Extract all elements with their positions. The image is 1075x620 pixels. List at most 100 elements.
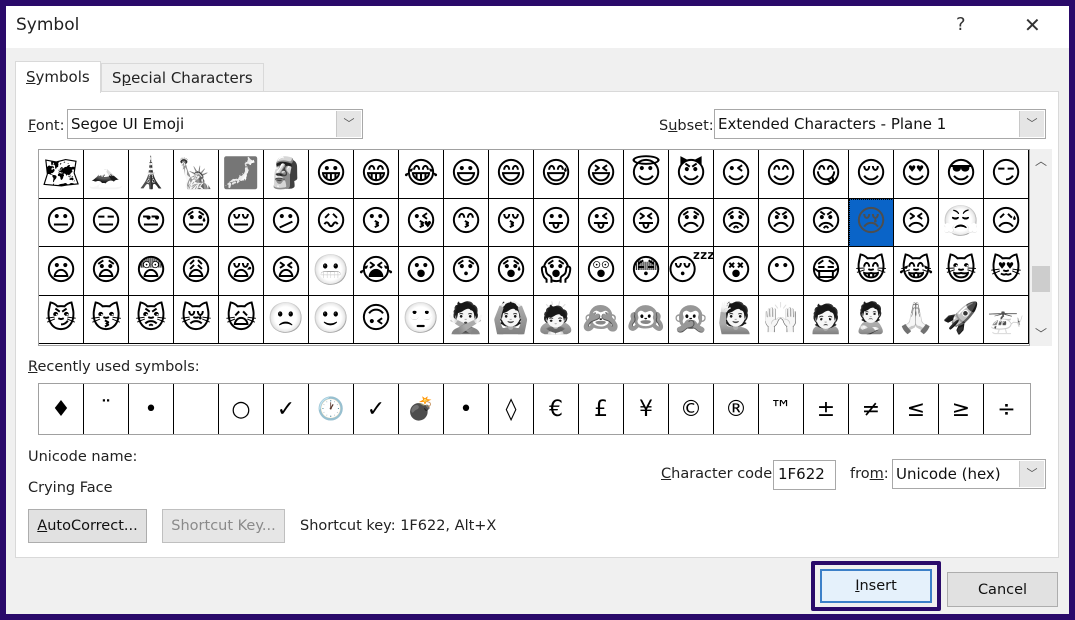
symbol-cell[interactable]: 😇 xyxy=(624,150,669,199)
symbol-cell[interactable]: 😭 xyxy=(354,247,399,296)
chevron-down-icon[interactable]: ﹀ xyxy=(336,111,361,137)
symbol-grid[interactable]: 🗺 🗻 🗼 🗽 🗾 🗿 😀 😁 😂 😃 😄 😅 😆 😇 😈 😉 😊 😋 😌 😍 😎 😏 😐 😑 😒 😓 😔 😕 😖 😗 😘 😙 😚 😛 😜 😝 😞 😟 😠 😡… xyxy=(38,149,1030,346)
symbol-cell[interactable]: 🙃 xyxy=(354,295,399,344)
recent-symbol-cell[interactable]: ¨ xyxy=(84,384,129,434)
symbol-cell[interactable]: 🙅 xyxy=(444,295,489,344)
symbol-cell[interactable]: 😺 xyxy=(939,247,984,296)
recent-symbol-cell[interactable]: 💣 xyxy=(399,384,444,434)
subset-select[interactable]: Extended Characters - Plane 1 ﹀ xyxy=(714,109,1046,139)
symbol-cell[interactable]: 😱 xyxy=(534,247,579,296)
symbol-cell[interactable]: 😃 xyxy=(444,150,489,199)
symbol-cell[interactable]: 😹 xyxy=(894,247,939,296)
symbol-cell[interactable]: 😑 xyxy=(84,198,129,247)
chevron-up-icon[interactable]: ︿ xyxy=(1030,151,1052,171)
symbol-cell[interactable]: 😉 xyxy=(714,150,759,199)
insert-button[interactable]: Insert xyxy=(820,569,932,603)
symbol-cell[interactable]: 😮 xyxy=(399,247,444,296)
symbol-cell[interactable]: 🙆 xyxy=(489,295,534,344)
symbol-cell[interactable]: 😨 xyxy=(129,247,174,296)
chevron-down-icon[interactable]: ﹀ xyxy=(1019,461,1044,487)
symbol-cell-selected[interactable]: 😢 xyxy=(849,198,894,247)
symbol-cell[interactable]: 😟 xyxy=(714,198,759,247)
chevron-down-icon[interactable]: ﹀ xyxy=(1030,324,1052,344)
recent-symbol-cell[interactable]: ○ xyxy=(219,384,264,434)
symbol-cell[interactable]: 🙋 xyxy=(714,295,759,344)
symbol-cell[interactable]: 🙊 xyxy=(669,295,714,344)
recent-symbol-cell[interactable]: ™ xyxy=(759,384,804,434)
symbol-cell[interactable]: 😶 xyxy=(759,247,804,296)
symbol-cell[interactable]: 😚 xyxy=(489,198,534,247)
symbol-cell[interactable]: 🗽 xyxy=(174,150,219,199)
symbol-cell[interactable]: 😾 xyxy=(129,295,174,344)
recent-symbol-cell[interactable]: ≤ xyxy=(894,384,939,434)
symbol-cell[interactable]: 😗 xyxy=(354,198,399,247)
symbol-cell[interactable]: 😬 xyxy=(309,247,354,296)
symbol-cell[interactable]: 😅 xyxy=(534,150,579,199)
symbol-cell[interactable]: 🗻 xyxy=(84,150,129,199)
symbol-cell[interactable]: 😧 xyxy=(84,247,129,296)
symbol-cell[interactable]: 🙁 xyxy=(264,295,309,344)
symbol-cell[interactable]: 🙈 xyxy=(579,295,624,344)
symbol-cell[interactable]: 😆 xyxy=(579,150,624,199)
symbol-cell[interactable]: 😁 xyxy=(354,150,399,199)
symbol-cell[interactable]: 😛 xyxy=(534,198,579,247)
symbol-cell[interactable]: 🙀 xyxy=(219,295,264,344)
autocorrect-button[interactable]: AutoCorrect... xyxy=(28,509,147,543)
symbol-cell[interactable]: 😪 xyxy=(219,247,264,296)
symbol-cell[interactable]: 🙏 xyxy=(894,295,939,344)
symbol-cell[interactable]: 😩 xyxy=(174,247,219,296)
symbol-cell[interactable]: 🗼 xyxy=(129,150,174,199)
symbol-cell[interactable]: 😄 xyxy=(489,150,534,199)
symbol-cell[interactable]: 😊 xyxy=(759,150,804,199)
tab-symbols[interactable]: Symbols xyxy=(15,61,101,93)
symbol-cell[interactable]: 😵 xyxy=(714,247,759,296)
symbol-cell[interactable]: 😈 xyxy=(669,150,714,199)
symbol-cell[interactable]: 😘 xyxy=(399,198,444,247)
symbol-cell[interactable]: 🗺 xyxy=(39,150,84,199)
shortcut-key-button[interactable]: Shortcut Key... xyxy=(162,509,285,543)
recent-symbol-cell[interactable]: ÷ xyxy=(984,384,1029,434)
symbol-cell[interactable]: 😲 xyxy=(579,247,624,296)
from-select[interactable]: Unicode (hex) ﹀ xyxy=(892,459,1046,489)
symbol-cell[interactable]: 😎 xyxy=(939,150,984,199)
symbol-cell[interactable]: 😦 xyxy=(39,247,84,296)
recent-symbol-cell[interactable]: € xyxy=(534,384,579,434)
recent-symbol-cell[interactable]: ≥ xyxy=(939,384,984,434)
symbol-cell[interactable]: 😤 xyxy=(939,198,984,247)
symbol-cell[interactable]: 😥 xyxy=(984,198,1029,247)
symbol-cell[interactable]: 😏 xyxy=(984,150,1029,199)
grid-scrollbar[interactable]: ︿ ﹀ xyxy=(1030,149,1052,346)
scrollbar-thumb[interactable] xyxy=(1032,266,1050,292)
symbol-cell[interactable]: 🚁 xyxy=(984,295,1029,344)
symbol-cell[interactable]: 😰 xyxy=(489,247,534,296)
symbol-cell[interactable]: 😽 xyxy=(84,295,129,344)
recent-symbol-cell[interactable]: • xyxy=(129,384,174,434)
symbol-cell[interactable]: 😣 xyxy=(894,198,939,247)
recent-symbols[interactable]: ♦ ¨ • ○ ✓ 🕐 ✓ 💣 • ◊ € £ ¥ © ® ™ ± ≠ ≤ ≥ ÷ xyxy=(38,383,1031,435)
tab-special-characters[interactable]: Special Characters xyxy=(101,63,264,91)
symbol-cell[interactable]: 🙄 xyxy=(399,295,444,344)
symbol-cell[interactable]: 🚀 xyxy=(939,295,984,344)
recent-symbol-cell[interactable]: 🕐 xyxy=(309,384,354,434)
symbol-cell[interactable]: 😙 xyxy=(444,198,489,247)
recent-symbol-cell[interactable]: £ xyxy=(579,384,624,434)
symbol-cell[interactable]: 🙇 xyxy=(534,295,579,344)
symbol-cell[interactable]: 😌 xyxy=(849,150,894,199)
symbol-cell[interactable]: 😐 xyxy=(39,198,84,247)
recent-symbol-cell[interactable]: ± xyxy=(804,384,849,434)
symbol-cell[interactable]: 😠 xyxy=(759,198,804,247)
symbol-cell[interactable]: 😻 xyxy=(984,247,1029,296)
symbol-cell[interactable]: 😷 xyxy=(804,247,849,296)
symbol-cell[interactable]: 😝 xyxy=(624,198,669,247)
symbol-cell[interactable]: 😿 xyxy=(174,295,219,344)
recent-symbol-cell[interactable]: ¥ xyxy=(624,384,669,434)
close-button[interactable]: ✕ xyxy=(1024,13,1041,37)
symbol-cell[interactable]: 😔 xyxy=(219,198,264,247)
symbol-cell[interactable]: 😸 xyxy=(849,247,894,296)
symbol-cell[interactable]: 😼 xyxy=(39,295,84,344)
cancel-button[interactable]: Cancel xyxy=(947,572,1058,607)
character-code-input[interactable]: 1F622 xyxy=(773,460,836,490)
recent-symbol-cell[interactable]: © xyxy=(669,384,714,434)
recent-symbol-cell[interactable]: ◊ xyxy=(489,384,534,434)
symbol-cell[interactable]: 🙌 xyxy=(759,295,804,344)
